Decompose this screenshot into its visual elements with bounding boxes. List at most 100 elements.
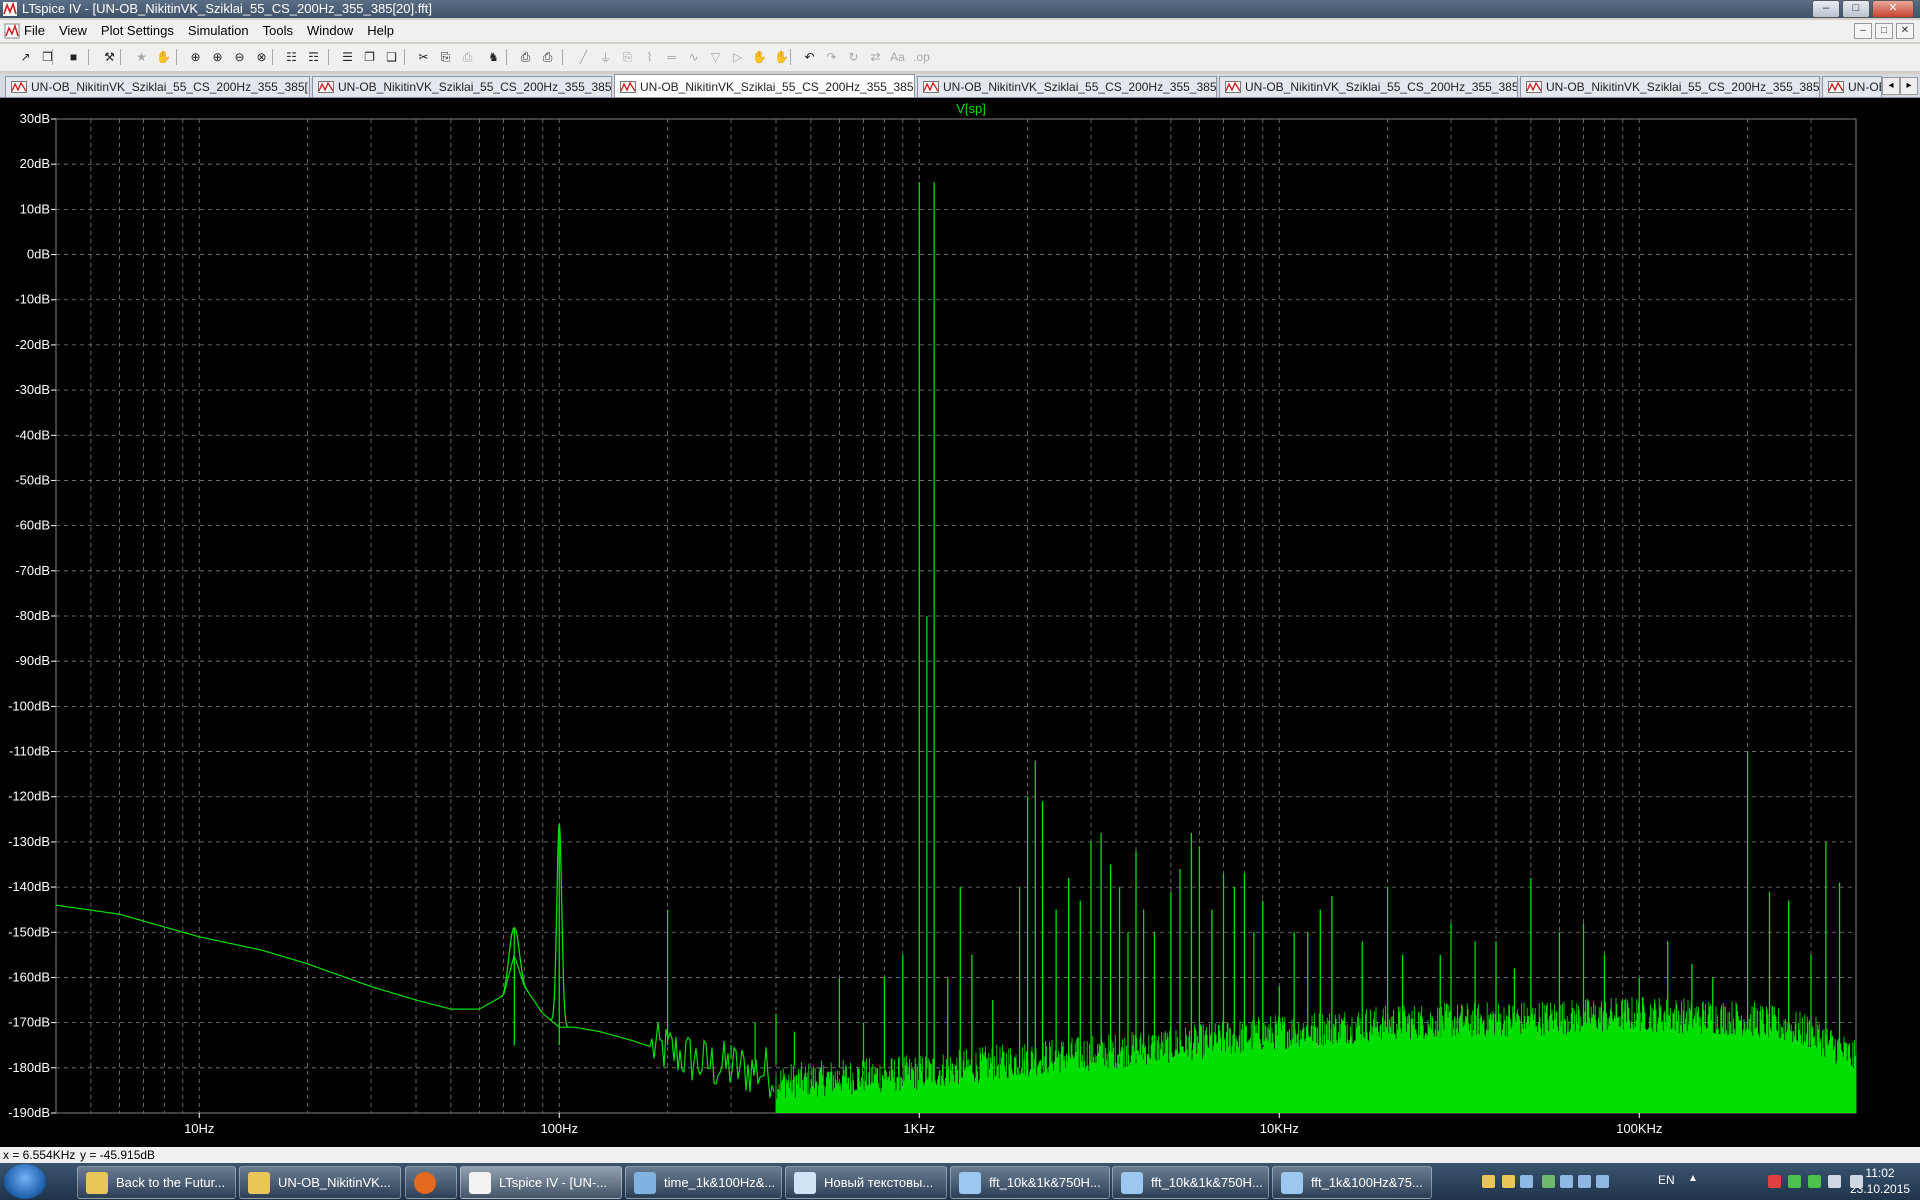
tab-fft-document[interactable]: UN-OB_NikitinVK_Sziklai_55_CS_200Hz_355_… [1219, 76, 1518, 97]
redo-icon[interactable]: ↷ [822, 48, 841, 66]
run-icon[interactable]: ★ [132, 48, 151, 66]
tab-label: UN-OB_NikitinVK_Sziklai_55_CS_200Hz_355_… [338, 80, 612, 94]
new-schematic-icon[interactable]: ↗ [16, 48, 35, 66]
menu-view[interactable]: View [59, 23, 87, 38]
display-icon[interactable] [1596, 1175, 1609, 1188]
label-net-icon[interactable]: ⎘ [618, 48, 637, 66]
y-tick-label: 10dB [20, 201, 50, 216]
save-icon[interactable]: ■ [64, 48, 83, 66]
paste-icon[interactable]: ⎙ [458, 48, 477, 66]
taskbar-item[interactable]: fft_10k&1k&750H... [950, 1166, 1110, 1199]
tab-fft-document[interactable]: UN-OB_ [1822, 76, 1882, 97]
print-preview-icon[interactable]: ⎙ [516, 48, 535, 66]
capacitor-icon[interactable]: ═ [662, 48, 681, 66]
menu-file[interactable]: File [24, 23, 45, 38]
mirror-icon[interactable]: ⇄ [866, 48, 885, 66]
find-icon[interactable]: ♞ [484, 48, 503, 66]
zoom-in-icon[interactable]: ⊕ [186, 48, 205, 66]
zoom-out-icon[interactable]: ⊖ [230, 48, 249, 66]
document-minimize-button[interactable]: – [1854, 23, 1872, 39]
ground-icon[interactable]: ⏚ [596, 48, 615, 66]
battery-icon[interactable] [1808, 1175, 1821, 1188]
y-tick-label: -10dB [15, 292, 50, 307]
undo-icon[interactable]: ↶ [800, 48, 819, 66]
tab-fft-document[interactable]: UN-OB_NikitinVK_Sziklai_55_CS_200Hz_355_… [614, 74, 915, 97]
taskbar-item[interactable]: LTspice IV - [UN-... [460, 1166, 622, 1199]
cut-icon[interactable]: ✂ [414, 48, 433, 66]
zoom-fit-icon[interactable]: ⊗ [252, 48, 271, 66]
taskbar-item[interactable]: fft_10k&1k&750H... [1112, 1166, 1269, 1199]
language-indicator[interactable]: EN [1658, 1173, 1675, 1187]
cascade-icon[interactable]: ❐ [360, 48, 379, 66]
x-tick-label: 10KHz [1260, 1121, 1299, 1136]
resistor-icon[interactable]: ⌇ [640, 48, 659, 66]
antivirus-icon[interactable] [1768, 1175, 1781, 1188]
document-icon[interactable] [4, 23, 20, 39]
control-panel-icon[interactable]: ⚒ [100, 48, 119, 66]
tab-scroll-right-button[interactable]: ▸ [1900, 77, 1918, 95]
fft-chart[interactable]: 30dB 20dB 10dB 0dB -10dB -20dB -30dB -40dB -50dB… [0, 98, 1920, 1147]
toolbar-separator [88, 49, 89, 65]
tile-horizontal-icon[interactable]: ☰ [338, 48, 357, 66]
taskbar-item[interactable] [405, 1166, 457, 1199]
tab-fft-document[interactable]: UN-OB_NikitinVK_Sziklai_55_CS_200Hz_355_… [1520, 76, 1820, 97]
document-close-button[interactable]: ✕ [1896, 23, 1914, 39]
text-icon[interactable]: Aa [888, 48, 907, 66]
menu-window[interactable]: Window [307, 23, 353, 38]
network-icon[interactable] [1828, 1175, 1841, 1188]
spice-directive-icon[interactable]: .op [912, 48, 931, 66]
taskbar-item[interactable]: time_1k&100Hz&... [625, 1166, 782, 1199]
menu-simulation[interactable]: Simulation [188, 23, 249, 38]
diode-icon[interactable]: ▽ [706, 48, 725, 66]
update-icon[interactable] [1788, 1175, 1801, 1188]
y-tick-label: -80dB [15, 608, 50, 623]
copy-icon[interactable]: ⎘ [436, 48, 455, 66]
autorange-icon[interactable]: ☷ [282, 48, 301, 66]
taskbar-item[interactable]: UN-OB_NikitinVK... [239, 1166, 401, 1199]
add-trace-icon[interactable]: ☶ [304, 48, 323, 66]
volume-icon[interactable] [1850, 1175, 1863, 1188]
tab-scroll-left-button[interactable]: ◂ [1882, 77, 1900, 95]
taskbar-item[interactable]: fft_1k&100Hz&75... [1272, 1166, 1432, 1199]
component-icon[interactable]: ▷ [728, 48, 747, 66]
open-icon[interactable]: ❐ [38, 48, 57, 66]
zoom-area-icon[interactable]: ⊕ [208, 48, 227, 66]
taskbar-item-label: UN-OB_NikitinVK... [278, 1175, 391, 1190]
move-icon[interactable]: ✋ [750, 48, 769, 66]
menu-plot-settings[interactable]: Plot Settings [101, 23, 174, 38]
halt-icon[interactable]: ✋ [154, 48, 173, 66]
menu-tools[interactable]: Tools [263, 23, 293, 38]
waveform-plot[interactable]: 30dB 20dB 10dB 0dB -10dB -20dB -30dB -40dB -50dB… [0, 98, 1920, 1147]
y-tick-label: -130dB [8, 834, 50, 849]
x-tick-label: 100Hz [540, 1121, 578, 1136]
toolbar: ↗ ❐ ■ ⚒ ★ ✋ ⊕ ⊕ ⊖ ⊗ ☷ ☶ ☰ ❐ ❑ ✂ ⎘ ⎙ ♞ ⎙ ⎙ ╱ ⏚ ⎘ ⌇ ═ ∿ ▽ ▷ ✋ ✋ ↶ ↷ ↻ ⇄ Aa .op [0, 44, 1920, 72]
close-all-icon[interactable]: ❑ [382, 48, 401, 66]
document-restore-button[interactable]: □ [1875, 23, 1893, 39]
start-button[interactable] [4, 1164, 46, 1199]
rotate-icon[interactable]: ↻ [844, 48, 863, 66]
tab-fft-document[interactable]: UN-OB_NikitinVK_Sziklai_55_CS_200Hz_355_… [312, 76, 612, 97]
drag-icon[interactable]: ✋ [772, 48, 791, 66]
display-icon[interactable] [1578, 1175, 1591, 1188]
menu-help[interactable]: Help [367, 23, 394, 38]
toolbar-separator [506, 49, 507, 65]
print-icon[interactable]: ⎙ [538, 48, 557, 66]
taskbar-item[interactable]: Новый текстовы... [785, 1166, 947, 1199]
network-icon[interactable] [1520, 1175, 1533, 1188]
folder-icon[interactable] [1502, 1175, 1515, 1188]
tray-expand-icon[interactable]: ▲ [1688, 1173, 1698, 1184]
tab-fft-document[interactable]: UN-OB_NikitinVK_Sziklai_55_CS_200Hz_355_… [917, 76, 1217, 97]
title-bar[interactable]: LTspice IV - [UN-OB_NikitinVK_Sziklai_55… [0, 0, 1920, 18]
shield-icon[interactable] [1542, 1175, 1555, 1188]
tab-fft-document[interactable]: UN-OB_NikitinVK_Sziklai_55_CS_200Hz_355_… [5, 76, 310, 97]
inductor-icon[interactable]: ∿ [684, 48, 703, 66]
close-button[interactable]: ✕ [1872, 0, 1914, 18]
taskbar-item[interactable]: Back to the Futur... [77, 1166, 236, 1199]
minimize-button[interactable]: – [1812, 0, 1840, 18]
wire-icon[interactable]: ╱ [574, 48, 593, 66]
network-icon[interactable] [1560, 1175, 1573, 1188]
maximize-button[interactable]: □ [1842, 0, 1870, 18]
y-tick-label: -180dB [8, 1060, 50, 1075]
folder-icon[interactable] [1482, 1175, 1495, 1188]
tab-label: UN-OB_NikitinVK_Sziklai_55_CS_200Hz_355_… [31, 80, 310, 94]
